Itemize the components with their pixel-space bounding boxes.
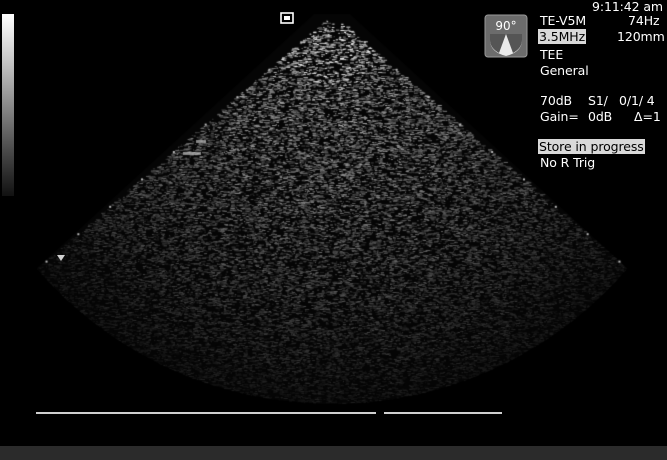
probe-marker-icon xyxy=(280,12,294,24)
gain-label: Gain= xyxy=(540,109,579,124)
delta-value: Δ=1 xyxy=(634,109,661,124)
clock: 9:11:42 am xyxy=(592,0,663,14)
orientation-angle: 90° xyxy=(495,19,516,33)
mode-label: TEE xyxy=(540,47,564,62)
processing-values: 0/1/ 4 xyxy=(619,93,655,108)
cine-range-bar[interactable] xyxy=(384,412,502,414)
cine-scroll-bar[interactable] xyxy=(36,412,376,414)
store-status: Store in progress xyxy=(538,139,645,154)
smoothing-label: S1/ xyxy=(588,93,608,108)
gain-value: 0dB xyxy=(588,109,613,124)
preset-label: General xyxy=(540,63,589,78)
dynamic-range: 70dB xyxy=(540,93,573,108)
greyscale-bar xyxy=(2,14,14,196)
frame-rate: 74Hz xyxy=(628,13,660,28)
orientation-icon: 90° xyxy=(484,14,528,58)
bottom-status-bar xyxy=(0,446,667,460)
probe-name: TE-V5M xyxy=(540,13,587,28)
trigger-status: No R Trig xyxy=(540,155,596,170)
ultrasound-screen: 90° 9:11:42 am TE-V5M 74Hz 3.5MHz 120mm … xyxy=(0,0,667,460)
frequency-label: 3.5MHz xyxy=(538,29,587,44)
depth-marker-icon xyxy=(56,248,66,261)
depth-label: 120mm xyxy=(617,29,665,44)
